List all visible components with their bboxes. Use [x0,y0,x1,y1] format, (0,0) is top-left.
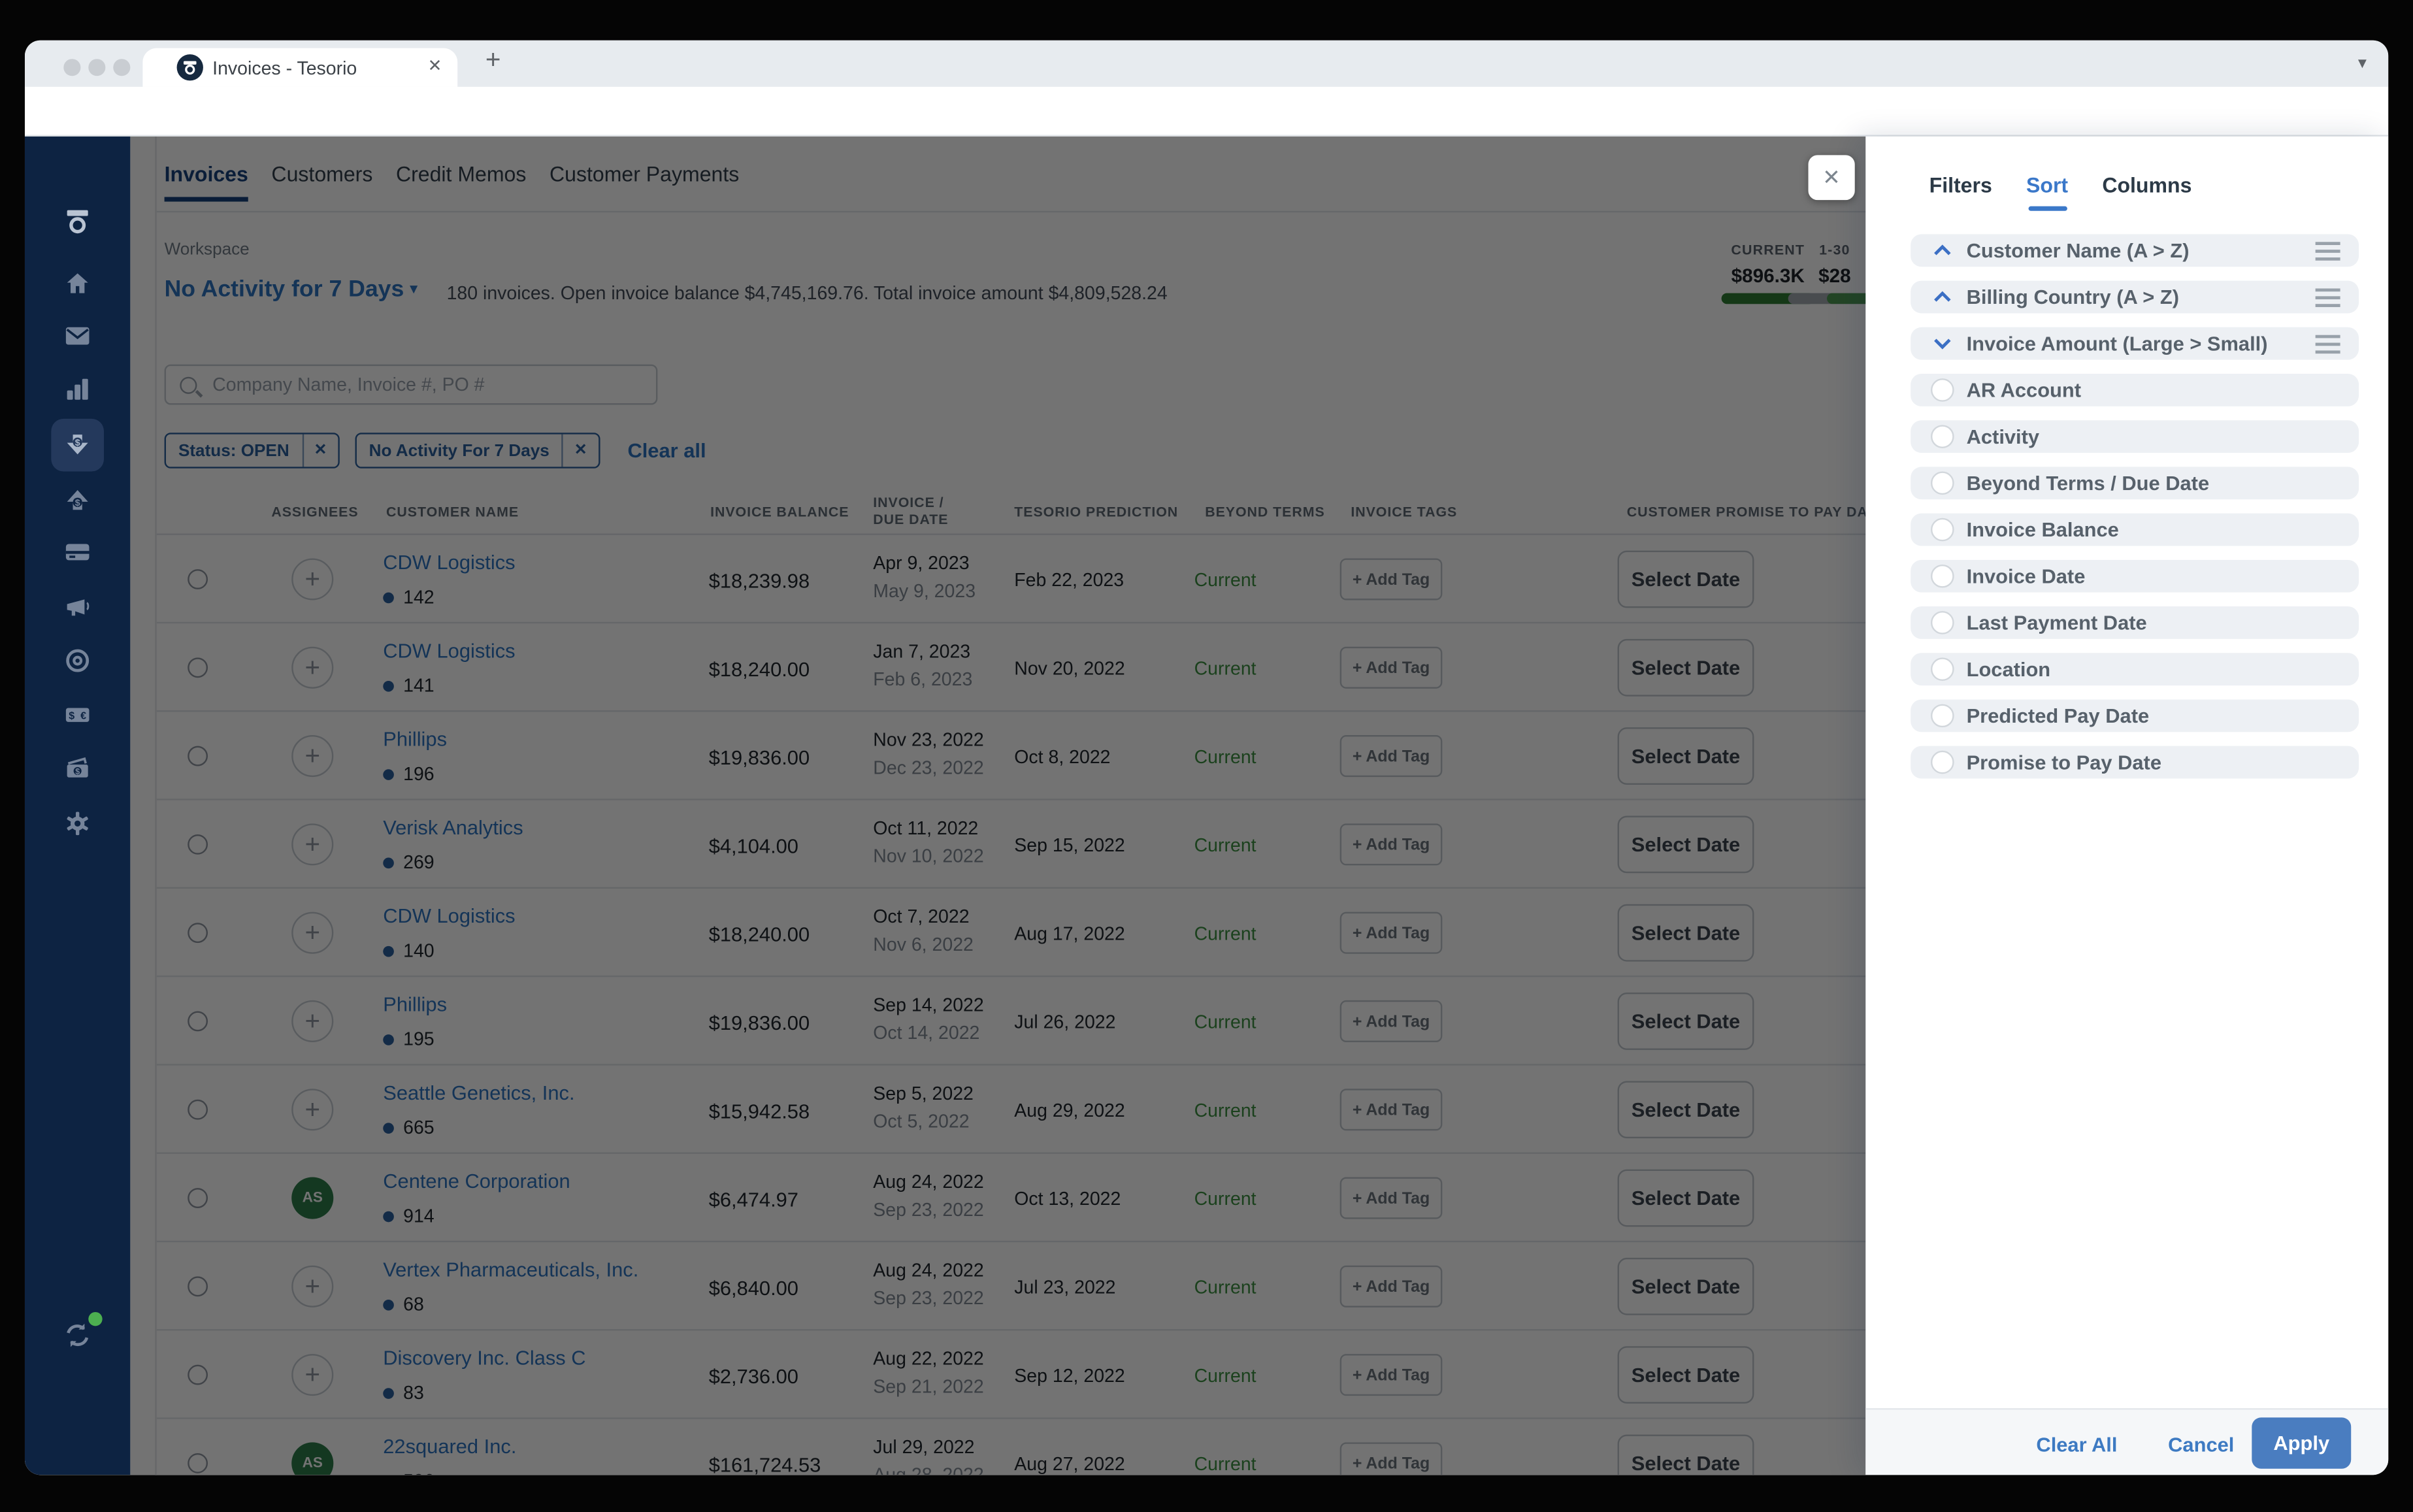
panel-footer: Clear All Cancel Apply [1865,1408,2389,1475]
sort-active-item[interactable]: Invoice Amount (Large > Small) [1911,327,2359,360]
svg-text:$: $ [75,767,80,776]
sort-option-radio[interactable] [1929,378,1954,402]
svg-text:€: € [80,710,86,721]
app-sidebar: $ $ $ € $ [24,136,131,1475]
sort-option-item[interactable]: AR Account [1911,374,2359,406]
close-icon: ✕ [1822,164,1841,189]
sort-active-item[interactable]: Customer Name (A > Z) [1911,234,2359,267]
sync-icon[interactable] [63,1321,91,1349]
sort-list: Customer Name (A > Z) Billing Country (A… [1911,234,2359,792]
modal-dim-overlay[interactable] [130,136,1866,1475]
panel-close-button[interactable]: ✕ [1808,155,1855,201]
panel-tab-columns[interactable]: Columns [2102,174,2191,197]
drag-handle-icon[interactable] [2315,288,2340,306]
sort-option-radio[interactable] [1929,611,1954,634]
mail-icon[interactable] [63,323,91,351]
browser-tab-strip: Invoices - Tesorio ✕ + ▾ [24,40,2389,87]
browser-tab[interactable]: Invoices - Tesorio ✕ [142,48,458,87]
clear-all-button[interactable]: Clear All [2036,1433,2117,1456]
panel-tab-sort[interactable]: Sort [2026,174,2068,211]
sort-option-item[interactable]: Last Payment Date [1911,606,2359,639]
credit-card-icon[interactable] [63,538,91,567]
traffic-light-minimize[interactable] [88,59,106,76]
svg-text:$: $ [69,710,74,721]
browser-window: Invoices - Tesorio ✕ + ▾ dashboard.tesor… [24,40,2389,1475]
sort-direction-chevron-icon[interactable] [1929,285,1954,310]
sort-option-item[interactable]: Promise to Pay Date [1911,746,2359,779]
home-icon[interactable] [63,270,91,298]
tab-title: Invoices - Tesorio [212,57,357,80]
sort-option-item[interactable]: Location [1911,653,2359,686]
sort-option-radio[interactable] [1929,564,1954,588]
sync-status-dot [88,1311,103,1326]
sort-option-radio[interactable] [1929,471,1954,495]
traffic-light-close[interactable] [63,59,81,76]
apply-button[interactable]: Apply [2252,1417,2352,1469]
sort-direction-chevron-icon[interactable] [1929,238,1954,263]
tesorio-logo[interactable] [63,208,91,236]
sort-direction-chevron-icon[interactable] [1929,331,1954,356]
svg-text:$: $ [75,498,80,508]
svg-text:$: $ [75,438,80,448]
sort-option-radio[interactable] [1929,425,1954,448]
traffic-light-zoom[interactable] [113,59,131,76]
target-icon[interactable] [63,647,91,675]
cash-icon[interactable]: $ [63,755,91,783]
cancel-button[interactable]: Cancel [2168,1433,2234,1456]
drag-handle-icon[interactable] [2315,241,2340,260]
sort-option-item[interactable]: Invoice Balance [1911,513,2359,546]
sort-option-radio[interactable] [1929,750,1954,774]
megaphone-icon[interactable] [63,593,91,621]
sort-option-radio[interactable] [1929,518,1954,542]
money-in-icon[interactable]: $ [63,431,91,459]
new-tab-button[interactable]: + [485,45,501,76]
sort-option-item[interactable]: Beyond Terms / Due Date [1911,467,2359,500]
settings-gear-icon[interactable] [63,810,91,838]
sort-option-item[interactable]: Activity [1911,420,2359,453]
sort-option-radio[interactable] [1929,657,1954,681]
tab-close-icon[interactable]: ✕ [428,56,442,76]
screenshot-stage: Invoices - Tesorio ✕ + ▾ dashboard.tesor… [0,0,2413,1512]
drag-handle-icon[interactable] [2315,334,2340,353]
sort-option-item[interactable]: Invoice Date [1911,559,2359,593]
sort-option-radio[interactable] [1929,704,1954,728]
currency-exchange-icon[interactable]: $ € [63,701,91,729]
bar-chart-icon[interactable] [63,375,91,403]
browser-toolbar: dashboard.tesorio.com/invoices [24,86,2389,178]
sort-active-item[interactable]: Billing Country (A > Z) [1911,280,2359,314]
tesorio-favicon-icon [176,54,203,81]
filter-sort-panel: Filters Sort Columns Customer Name (A > Z)… [1865,136,2389,1475]
panel-tab-filters[interactable]: Filters [1929,174,1992,197]
panel-tabs: Filters Sort Columns [1929,174,2191,211]
sort-option-item[interactable]: Predicted Pay Date [1911,699,2359,732]
tab-strip-chevron-icon[interactable]: ▾ [2358,53,2367,73]
money-out-icon[interactable]: $ [63,485,91,514]
app-content: $ $ $€ $ InvoicesCustomersCredit MemosCu… [24,136,2389,1475]
